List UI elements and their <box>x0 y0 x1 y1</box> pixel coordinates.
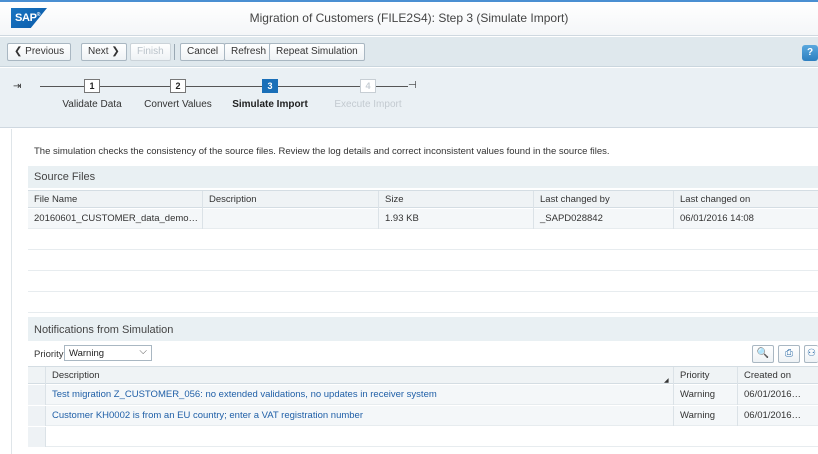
roadmap-line <box>100 86 170 87</box>
table-row[interactable]: 20160601_CUSTOMER_data_demo… 1.93 KB _SA… <box>28 209 818 229</box>
column-header-priority[interactable]: Priority <box>674 367 738 385</box>
row-selector-header[interactable] <box>28 367 46 385</box>
notification-description-link[interactable]: Test migration Z_CUSTOMER_056: no extend… <box>46 385 674 405</box>
empty-row <box>28 272 818 292</box>
priority-select[interactable]: Warning ⌵ <box>64 345 152 361</box>
roadmap-line <box>376 86 408 87</box>
title-bar: SAP® Migration of Customers (FILE2S4): S… <box>0 0 818 36</box>
help-icon[interactable]: ? <box>802 45 818 61</box>
priority-select-value: Warning <box>69 348 105 359</box>
column-header-size[interactable]: Size <box>379 191 534 209</box>
step-3-label[interactable]: Simulate Import <box>232 99 308 110</box>
column-header-file-name[interactable]: File Name <box>28 191 203 209</box>
notification-priority: Warning <box>674 406 738 426</box>
empty-row <box>28 427 818 447</box>
left-frame <box>0 129 12 454</box>
empty-row <box>28 251 818 271</box>
cancel-button[interactable]: Cancel <box>180 43 226 61</box>
column-header-description[interactable]: Description <box>46 367 674 385</box>
step-2-label[interactable]: Convert Values <box>144 99 212 110</box>
search-icon[interactable]: 🔍 <box>752 345 774 363</box>
user-icon[interactable]: ⚇ <box>804 345 818 363</box>
table-row[interactable]: Test migration Z_CUSTOMER_056: no extend… <box>28 385 818 405</box>
page-title: Migration of Customers (FILE2S4): Step 3… <box>249 11 569 25</box>
info-text: The simulation checks the consistency of… <box>34 146 610 157</box>
previous-button[interactable]: ❮ Previous <box>7 43 72 61</box>
priority-label: Priority: <box>34 349 67 360</box>
size-cell: 1.93 KB <box>379 209 534 229</box>
roadmap-line <box>186 86 262 87</box>
table-row[interactable]: Customer KH0002 is from an EU country; e… <box>28 406 818 426</box>
notification-priority: Warning <box>674 385 738 405</box>
repeat-simulation-button[interactable]: Repeat Simulation <box>269 43 365 61</box>
column-header-description[interactable]: Description <box>203 191 379 209</box>
step-1-label[interactable]: Validate Data <box>62 99 121 110</box>
notification-created-on: 06/01/2016… <box>744 389 802 400</box>
changed-by-cell: _SAPD028842 <box>534 209 674 229</box>
empty-row <box>28 293 818 313</box>
row-selector <box>28 427 46 447</box>
toolbar: ❮ Previous Next ❯ Finish Cancel Refresh … <box>0 37 818 67</box>
roadmap-line <box>40 86 84 87</box>
step-4-box: 4 <box>360 79 376 93</box>
finish-button[interactable]: Finish <box>130 43 171 61</box>
step-4-label: Execute Import <box>334 99 402 110</box>
notifications-heading: Notifications from Simulation <box>28 317 818 341</box>
refresh-button[interactable]: Refresh <box>224 43 274 61</box>
step-1-box[interactable]: 1 <box>84 79 100 93</box>
toolbar-separator <box>174 44 175 60</box>
next-button[interactable]: Next ❯ <box>81 43 127 61</box>
roadmap-start-icon: ⇥ <box>13 81 22 92</box>
row-selector[interactable] <box>28 406 46 426</box>
export-icon[interactable]: ⎙ <box>778 345 800 363</box>
roadmap: ⇥ 1 2 3 4 ⊣ Validate Data Convert Values… <box>0 68 818 128</box>
description-cell <box>203 209 379 229</box>
column-header-created-on[interactable]: Created on <box>738 367 818 385</box>
step-2-box[interactable]: 2 <box>170 79 186 93</box>
roadmap-end-icon: ⊣ <box>408 80 417 91</box>
table-header-row: Description ◢ Priority Created on <box>28 366 818 385</box>
file-name-cell: 20160601_CUSTOMER_data_demo… <box>28 209 203 229</box>
changed-on-cell: 06/01/2016 14:08 <box>680 213 754 224</box>
source-files-heading: Source Files <box>28 166 818 188</box>
column-header-last-changed-on[interactable]: Last changed on <box>674 191 818 209</box>
column-header-last-changed-by[interactable]: Last changed by <box>534 191 674 209</box>
row-selector[interactable] <box>28 385 46 405</box>
chevron-down-icon: ⌵ <box>139 346 147 357</box>
empty-row <box>28 230 818 250</box>
roadmap-line <box>278 86 360 87</box>
step-3-box[interactable]: 3 <box>262 79 278 93</box>
table-header-row: File Name Description Size Last changed … <box>28 190 818 209</box>
notification-description-link[interactable]: Customer KH0002 is from an EU country; e… <box>46 406 674 426</box>
column-resize-icon: ◢ <box>664 378 669 384</box>
notification-created-on: 06/01/2016… <box>744 410 802 421</box>
